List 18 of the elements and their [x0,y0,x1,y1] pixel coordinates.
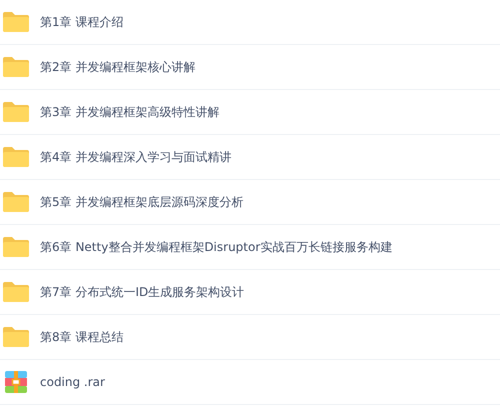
folder-icon [2,236,30,258]
file-name[interactable]: 第5章 并发编程框架底层源码深度分析 [40,193,244,211]
folder-icon [2,11,30,33]
file-name[interactable]: 第1章 课程介绍 [40,13,124,31]
file-name[interactable]: 第7章 分布式统一ID生成服务架构设计 [40,283,244,301]
archive-icon [5,371,27,393]
folder-icon [2,101,30,123]
folder-icon [2,326,30,348]
file-name[interactable]: 第2章 并发编程框架核心讲解 [40,58,196,76]
file-name[interactable]: 第8章 课程总结 [40,328,124,346]
folder-icon [2,191,30,213]
file-name[interactable]: 第6章 Netty整合并发编程框架Disruptor实战百万长链接服务构建 [40,238,392,256]
file-name[interactable]: 第4章 并发编程深入学习与面试精讲 [40,148,232,166]
folder-icon [2,281,30,303]
file-name[interactable]: 第3章 并发编程框架高级特性讲解 [40,103,220,121]
folder-icon [2,56,30,78]
folder-icon [2,146,30,168]
file-name[interactable]: coding .rar [40,373,105,391]
